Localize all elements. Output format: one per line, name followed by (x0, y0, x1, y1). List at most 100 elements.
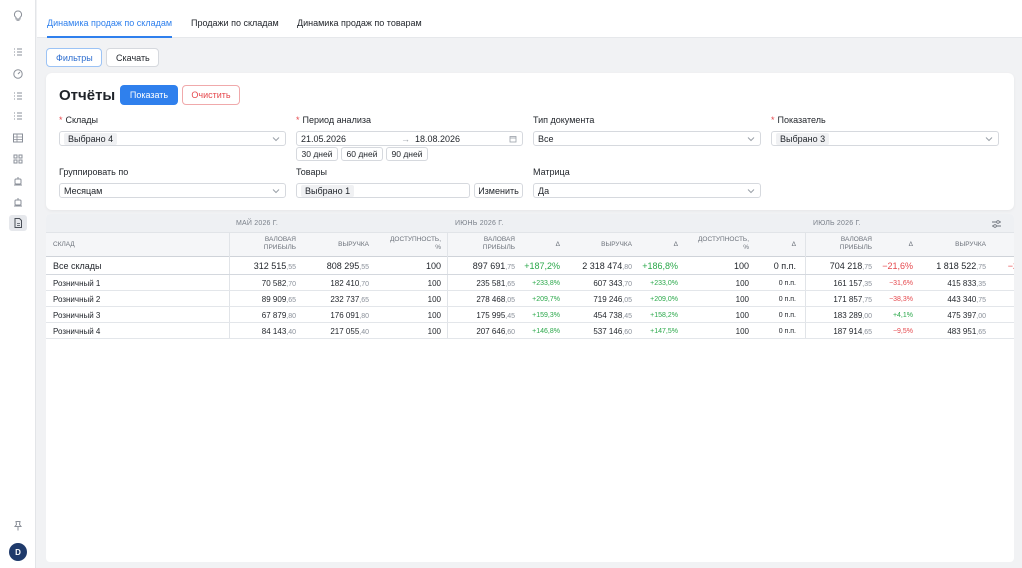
cell-value: +146,8% (532, 328, 560, 335)
cell-decimals: ,65 (359, 297, 369, 304)
period-range-input[interactable]: 21.05.2026 → 18.08.2026 (296, 131, 523, 146)
warehouse-name: Розничный 3 (53, 311, 101, 320)
cell-value: −2 (1007, 261, 1014, 271)
col-may-revenue[interactable]: ВЫРУЧКА (338, 241, 369, 249)
grid-icon[interactable] (9, 151, 27, 167)
cell-decimals: ,55 (286, 264, 296, 271)
date-to[interactable]: 18.08.2026 (415, 134, 460, 144)
cell-jul-gd: −38,3% (889, 296, 913, 303)
cell-jun-r: 607 343,70 (593, 279, 632, 288)
cell-decimals: ,75 (862, 297, 872, 304)
cell-jul-r: 1 818 522,75 (936, 261, 986, 271)
cell-value: 235 581 (476, 279, 506, 288)
robot-icon[interactable] (9, 173, 27, 189)
reports-icon[interactable] (9, 215, 27, 231)
cell-value: +159,3% (532, 312, 560, 319)
cell-jul-g: 704 218,75 (830, 261, 872, 271)
cell-decimals: ,60 (622, 329, 632, 336)
cell-jun-rd: +158,2% (650, 312, 678, 319)
cell-jul-g: 171 857,75 (833, 295, 872, 304)
show-button[interactable]: Показать (120, 85, 178, 105)
date-from[interactable]: 21.05.2026 (301, 134, 346, 144)
warehouses-select[interactable]: Выбрано 4 (59, 131, 286, 146)
matrix-select[interactable]: Да (533, 183, 761, 198)
cell-jun-gd: +159,3% (532, 312, 560, 319)
cell-value: 100 (427, 295, 441, 304)
orders-list-icon[interactable] (9, 88, 27, 104)
warehouses-label: * Склады (59, 115, 99, 125)
cell-value: 100 (735, 279, 749, 288)
month-header-row: МАЙ 2026 Г. ИЮНЬ 2026 Г. ИЮЛЬ 2026 Г. (46, 214, 1014, 233)
cell-decimals: ,45 (505, 313, 515, 320)
cell-value: 70 582 (261, 279, 287, 288)
goods-change-button[interactable]: Изменить (474, 183, 523, 198)
cell-value: 175 995 (476, 311, 506, 320)
doc-type-label: Тип документа (533, 115, 595, 125)
tasks-list-icon[interactable] (9, 108, 27, 124)
table-icon[interactable] (9, 130, 27, 146)
report-table: МАЙ 2026 Г. ИЮНЬ 2026 Г. ИЮЛЬ 2026 Г. СК… (46, 214, 1014, 562)
cell-jul-r: 443 340,75 (947, 295, 986, 304)
col-may-availability[interactable]: ДОСТУПНОСТЬ,% (390, 236, 441, 252)
table-row[interactable]: Розничный 2 89 909,65 232 737,65 100 278 468… (46, 291, 1014, 307)
cell-value: +209,7% (532, 296, 560, 303)
table-row[interactable]: Розничный 4 84 143,40 217 055,40 100 207 646… (46, 323, 1014, 339)
assistant-icon[interactable] (9, 194, 27, 210)
cell-value: 454 738 (593, 311, 623, 320)
cell-decimals: ,65 (976, 329, 986, 336)
cell-jun-ad: 0 п.п. (779, 296, 796, 303)
cell-jun-a: 100 (736, 311, 749, 320)
clear-button[interactable]: Очистить (182, 85, 240, 105)
cell-value: 0 п.п. (778, 280, 796, 287)
pin-icon[interactable] (9, 518, 27, 534)
indicator-label: * Показатель (771, 115, 826, 125)
doc-type-select[interactable]: Все (533, 131, 761, 146)
cell-value: −9,5% (892, 328, 913, 335)
table-row-total[interactable]: Все склады 312 515,55 808 295,55 100 897 691… (46, 257, 1014, 275)
cell-value: 67 879 (261, 311, 287, 320)
cell-jun-gd: +146,8% (532, 328, 560, 335)
col-jun-availability-delta[interactable]: Δ (792, 241, 796, 249)
table-row[interactable]: Розничный 3 67 879,80 176 091,80 100 175 995… (46, 307, 1014, 323)
col-jun-availability[interactable]: ДОСТУПНОСТЬ,% (698, 236, 749, 252)
filters-button[interactable]: Фильтры (46, 48, 102, 67)
cell-jul-g: 183 289,00 (833, 311, 872, 320)
col-jun-revenue-delta[interactable]: Δ (674, 241, 678, 249)
column-settings-icon[interactable] (992, 220, 1001, 228)
range-60-days[interactable]: 60 дней (341, 147, 383, 161)
dashboard-icon[interactable] (9, 66, 27, 82)
warehouse-name: Розничный 2 (53, 295, 101, 304)
range-90-days[interactable]: 90 дней (386, 147, 428, 161)
col-jun-gross-delta[interactable]: Δ (556, 241, 560, 249)
bulb-logo-icon[interactable] (9, 8, 27, 24)
col-jul-revenue[interactable]: ВЫРУЧКА (955, 241, 986, 249)
tab-sales-by-warehouses[interactable]: Продажи по складам (191, 18, 279, 28)
cell-value: 176 091 (330, 311, 360, 320)
cell-value: +4,1% (892, 312, 913, 319)
indicator-select[interactable]: Выбрано 3 (771, 131, 999, 146)
cell-jun-r: 719 246,05 (593, 295, 632, 304)
group-by-select[interactable]: Месяцам (59, 183, 286, 198)
cell-jul-r: 483 951,65 (947, 327, 986, 336)
download-button[interactable]: Скачать (106, 48, 159, 67)
cell-value: 483 951 (947, 327, 977, 336)
col-warehouse[interactable]: СКЛАД (53, 241, 75, 249)
col-jul-gross[interactable]: ВАЛОВАЯ ПРИБЫЛЬ (840, 236, 872, 252)
goods-field[interactable]: Выбрано 1 (296, 183, 470, 198)
col-jun-revenue[interactable]: ВЫРУЧКА (601, 241, 632, 249)
cell-may-a: 100 (428, 327, 441, 336)
list-icon[interactable] (9, 44, 27, 60)
cell-jul-r: 415 833,35 (947, 279, 986, 288)
col-jul-gross-delta[interactable]: Δ (909, 241, 913, 249)
tab-sales-dynamics-goods[interactable]: Динамика продаж по товарам (297, 18, 422, 28)
cell-value: 207 646 (476, 327, 506, 336)
col-jun-gross[interactable]: ВАЛОВАЯ ПРИБЫЛЬ (483, 236, 515, 252)
table-row[interactable]: Розничный 1 70 582,70 182 410,70 100 235 581… (46, 275, 1014, 291)
range-30-days[interactable]: 30 дней (296, 147, 338, 161)
matrix-value: Да (538, 185, 550, 196)
calendar-icon[interactable] (509, 135, 517, 143)
avatar[interactable]: D (9, 543, 27, 561)
tab-sales-dynamics-warehouses[interactable]: Динамика продаж по складам (47, 18, 173, 38)
cell-decimals: ,65 (286, 297, 296, 304)
col-may-gross[interactable]: ВАЛОВАЯ ПРИБЫЛЬ (264, 236, 296, 252)
